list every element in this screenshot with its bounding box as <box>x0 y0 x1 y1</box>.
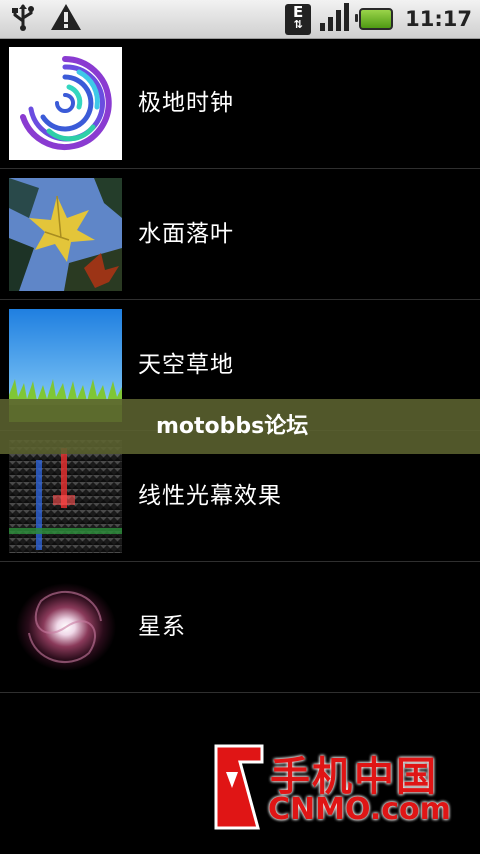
edge-data-icon: E ⇅ <box>285 2 312 35</box>
signal-icon <box>319 2 351 36</box>
list-item[interactable]: 星系 <box>0 562 480 693</box>
warning-icon <box>50 3 82 35</box>
usb-icon <box>10 3 36 35</box>
light-curtain-thumb <box>9 440 122 553</box>
battery-icon <box>355 8 394 30</box>
galaxy-thumb <box>9 571 122 684</box>
water-leaves-thumb <box>9 178 122 291</box>
live-wallpaper-list: 极地时钟 水面落叶 天空草地 线性光幕效果 星系 <box>0 38 480 693</box>
list-item[interactable]: 极地时钟 <box>0 38 480 169</box>
banner-text: motobbs论坛 <box>156 414 309 439</box>
cnmo-watermark: 手机中国 CNMO.com <box>212 742 452 832</box>
list-item[interactable]: 水面落叶 <box>0 169 480 300</box>
edge-letter: E <box>293 2 304 21</box>
list-item-label: 极地时钟 <box>138 90 234 116</box>
polar-clock-thumb <box>9 47 122 160</box>
watermark-en: CNMO.com <box>268 792 451 827</box>
status-bar: E ⇅ 11:17 <box>0 0 480 39</box>
cnmo-logo-icon <box>214 744 264 830</box>
list-item-label: 水面落叶 <box>138 221 234 247</box>
list-item-label: 星系 <box>138 614 186 640</box>
forum-banner: motobbs论坛 <box>0 399 480 454</box>
status-time: 11:17 <box>405 7 472 31</box>
